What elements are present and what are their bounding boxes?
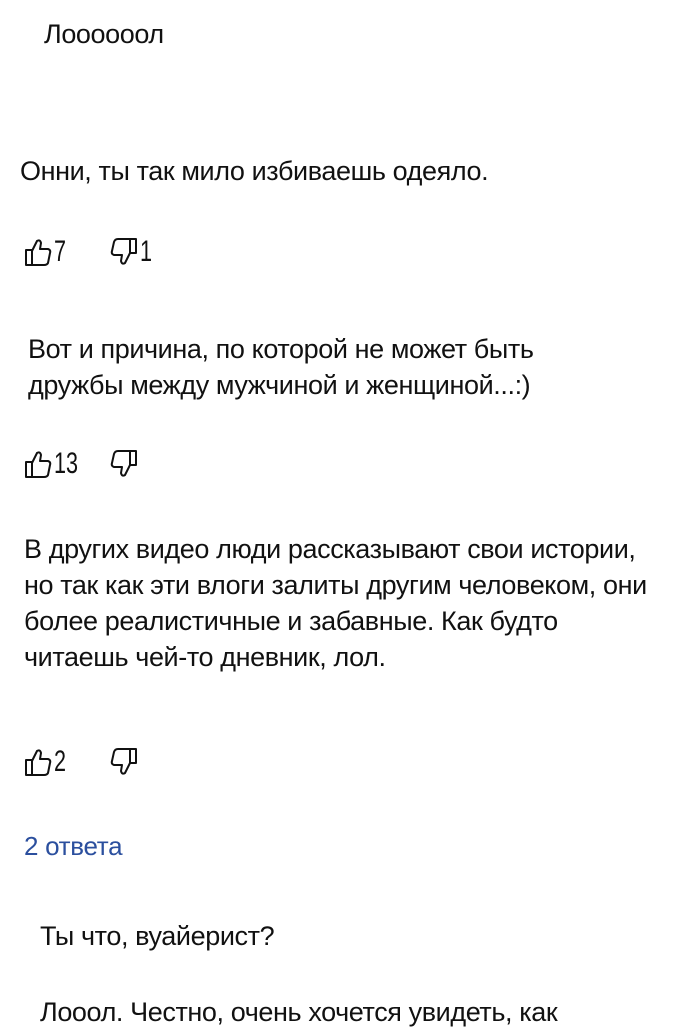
like-button[interactable]: 2 (24, 744, 110, 780)
like-count: 13 (54, 447, 79, 480)
comment-reactions: 7 1 (24, 234, 157, 270)
like-button[interactable]: 7 (24, 234, 110, 270)
comment-text: Вот и причина, по которой не может быть … (28, 334, 534, 400)
thumbs-up-icon (24, 747, 52, 777)
comment-reactions: 2 (24, 744, 140, 780)
thumbs-down-icon (110, 449, 138, 479)
dislike-count: 1 (140, 235, 153, 268)
thumbs-up-icon (24, 237, 52, 267)
comment-reactions: 13 (24, 446, 140, 482)
like-button[interactable]: 13 (24, 446, 110, 482)
comment-text: Онни, ты так мило избиваешь одеяло. (20, 156, 489, 186)
like-count: 2 (54, 745, 67, 778)
dislike-button[interactable] (110, 747, 140, 777)
dislike-button[interactable] (110, 449, 140, 479)
thumbs-up-icon (24, 449, 52, 479)
replies-link[interactable]: 2 ответа (24, 829, 123, 863)
dislike-button[interactable]: 1 (110, 234, 157, 270)
comment-text: Лоооооол (44, 19, 164, 49)
comment-text: Лооол. Честно, очень хочется увидеть, ка… (40, 997, 558, 1027)
thumbs-down-icon (110, 747, 138, 777)
comment-text: Ты что, вуайерист? (40, 921, 275, 951)
comment-text: В других видео люди рассказывают свои ис… (24, 534, 647, 672)
like-count: 7 (54, 235, 67, 268)
thumbs-down-icon (110, 237, 138, 267)
